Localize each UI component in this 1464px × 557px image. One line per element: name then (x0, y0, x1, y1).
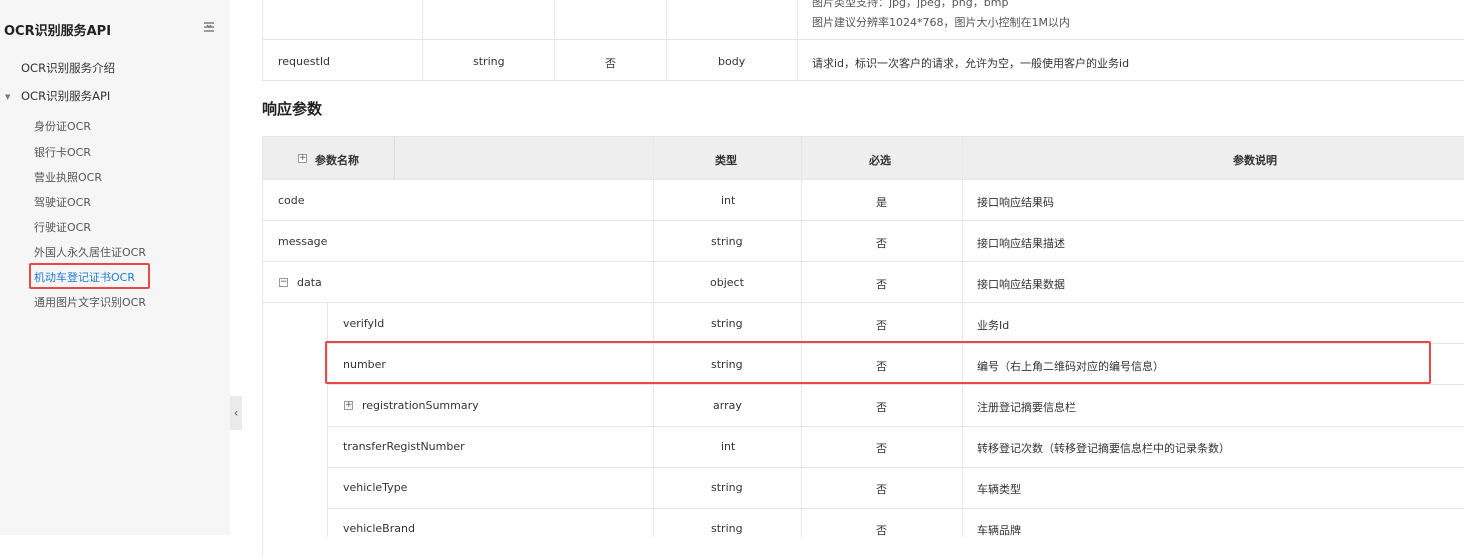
header-name: 参数名称 (315, 154, 359, 167)
row-message-name: message (278, 235, 328, 248)
row-message-required: 否 (876, 237, 887, 250)
sidebar-item-intro[interactable]: OCR识别服务介绍 (21, 60, 115, 76)
request-desc-line2: 图片建议分辨率1024*768，图片大小控制在1M以内 (812, 16, 1070, 29)
expand-all-icon[interactable]: + (298, 154, 307, 163)
row-verifyid-type: string (711, 317, 743, 330)
sidebar-item-api[interactable]: OCR识别服务API (21, 88, 110, 104)
row-code-desc: 接口响应结果码 (977, 196, 1054, 209)
request-param-required: 否 (605, 57, 616, 70)
row-vehicletype-type: string (711, 481, 743, 494)
collapse-menu-icon[interactable] (203, 21, 215, 33)
row-transfer-required: 否 (876, 442, 887, 455)
row-verifyid-desc: 业务Id (977, 319, 1010, 332)
row-vehiclebrand-required: 否 (876, 524, 887, 537)
header-type: 类型 (715, 154, 737, 167)
row-data-name: data (297, 276, 322, 289)
row-data-desc: 接口响应结果数据 (977, 278, 1065, 291)
collapse-sidebar-button[interactable]: ‹ (230, 396, 242, 430)
sidebar-subitem-license[interactable]: 营业执照OCR (34, 169, 102, 185)
request-params-table: 图片类型支持：jpg，jpeg，png，bmp 图片建议分辨率1024*768，… (262, 0, 1464, 81)
highlight-box (29, 263, 150, 289)
collapse-row-icon[interactable]: − (279, 278, 288, 287)
row-registration-name: registrationSummary (362, 399, 479, 412)
main-content: 图片类型支持：jpg，jpeg，png，bmp 图片建议分辨率1024*768，… (262, 0, 1464, 557)
row-vehicletype-required: 否 (876, 483, 887, 496)
row-vehicletype-desc: 车辆类型 (977, 483, 1021, 496)
sidebar: OCR识别服务API OCR识别服务介绍 ▼ OCR识别服务API 身份证OCR… (0, 0, 230, 535)
row-verifyid-required: 否 (876, 319, 887, 332)
sidebar-subitem-idcard[interactable]: 身份证OCR (34, 118, 91, 134)
row-vehiclebrand-name: vehicleBrand (343, 522, 415, 535)
expand-row-icon[interactable]: + (344, 401, 353, 410)
sidebar-title: OCR识别服务API (4, 24, 112, 39)
row-vehiclebrand-desc: 车辆品牌 (977, 524, 1021, 537)
response-section-title: 响应参数 (262, 100, 323, 118)
sidebar-subitem-driver[interactable]: 驾驶证OCR (34, 194, 91, 210)
sidebar-subitem-bankcard[interactable]: 银行卡OCR (34, 144, 91, 160)
sidebar-subitem-vehicle[interactable]: 行驶证OCR (34, 219, 91, 235)
request-param-desc: 请求id，标识一次客户的请求，允许为空，一般使用客户的业务id (812, 57, 1130, 70)
caret-down-icon[interactable]: ▼ (5, 93, 10, 101)
row-code-required: 是 (876, 196, 887, 209)
row-transfer-type: int (721, 440, 736, 453)
sidebar-subitem-foreigner[interactable]: 外国人永久居住证OCR (34, 244, 146, 260)
header-desc: 参数说明 (1233, 154, 1277, 167)
request-param-location: body (718, 55, 746, 68)
request-desc-line1: 图片类型支持：jpg，jpeg，png，bmp (812, 0, 1009, 9)
row-verifyid-name: verifyId (343, 317, 385, 330)
row-registration-required: 否 (876, 401, 887, 414)
request-param-name: requestId (278, 55, 331, 68)
row-registration-type: array (713, 399, 742, 412)
row-code-name: code (278, 194, 305, 207)
table-header (263, 137, 1464, 179)
row-vehiclebrand-type: string (711, 522, 743, 535)
sidebar-subitem-general-text[interactable]: 通用图片文字识别OCR (34, 294, 146, 310)
row-transfer-desc: 转移登记次数（转移登记摘要信息栏中的记录条数） (977, 442, 1230, 455)
highlight-box (325, 341, 1431, 384)
row-message-desc: 接口响应结果描述 (977, 237, 1065, 250)
request-param-type: string (473, 55, 505, 68)
row-registration-desc: 注册登记摘要信息栏 (977, 401, 1076, 414)
row-data-required: 否 (876, 278, 887, 291)
row-transfer-name: transferRegistNumber (343, 440, 465, 453)
row-message-type: string (711, 235, 743, 248)
row-code-type: int (721, 194, 736, 207)
row-vehicletype-name: vehicleType (343, 481, 408, 494)
header-required: 必选 (869, 154, 891, 167)
row-data-type: object (710, 276, 744, 289)
